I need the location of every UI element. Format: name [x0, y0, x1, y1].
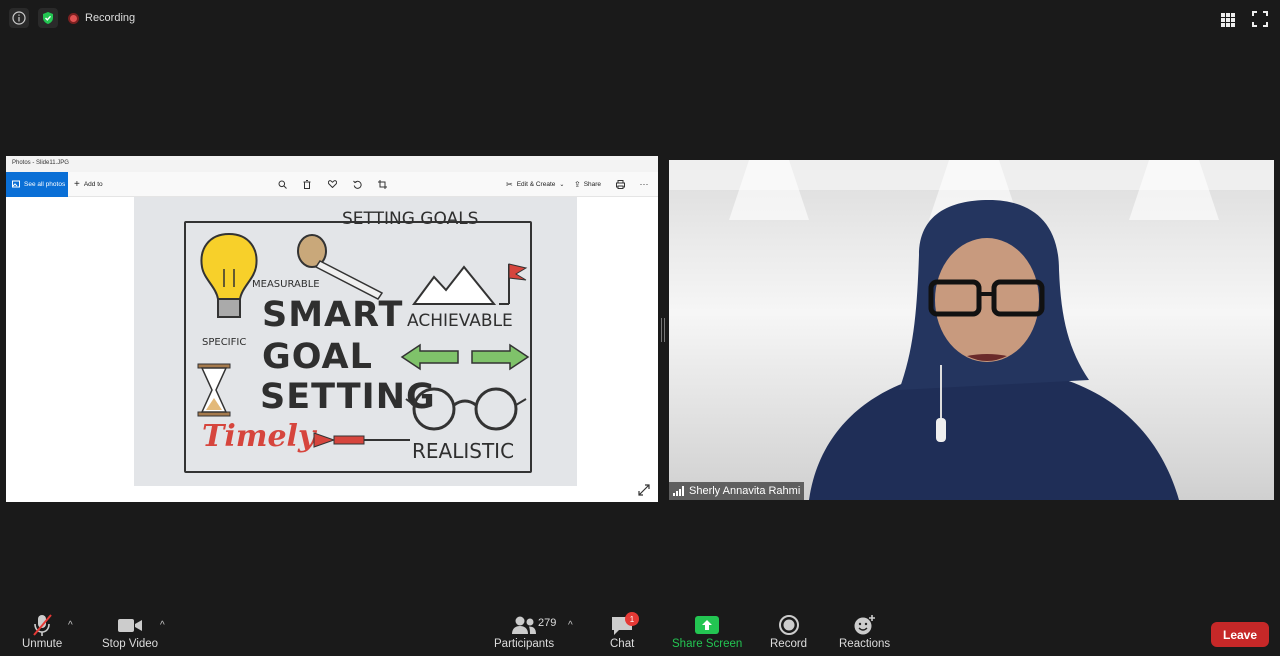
share-icon: ⇪ [574, 180, 581, 189]
recording-indicator[interactable]: Recording [68, 9, 135, 27]
see-all-photos-button[interactable]: See all photos [6, 172, 68, 197]
share-screen-icon [695, 612, 720, 638]
arrows-icon [400, 343, 530, 371]
edit-scissors-icon: ✂ [506, 180, 513, 189]
top-bar: Recording [0, 0, 1280, 38]
zoom-icon[interactable] [276, 178, 288, 190]
participant-name: Sherly Annavita Rahmi [689, 485, 801, 497]
encryption-shield-icon[interactable] [38, 8, 58, 28]
slide-text-realistic: REALISTIC [412, 439, 515, 463]
audio-options-caret-icon[interactable]: ^ [68, 620, 73, 631]
video-camera-icon [117, 612, 143, 638]
photos-icon [12, 180, 20, 190]
muted-microphone-icon [31, 612, 53, 638]
favorite-heart-icon[interactable] [326, 178, 338, 190]
add-to-label: Add to [83, 181, 103, 188]
plus-icon: + [74, 179, 80, 190]
chevron-down-icon: ⌄ [559, 182, 565, 188]
slide-text-measurable: MEASURABLE [252, 279, 320, 290]
mountain-flag-icon [412, 263, 528, 305]
participants-options-caret-icon[interactable]: ^ [568, 620, 573, 631]
glasses-icon [405, 387, 527, 431]
reactions-smiley-icon [853, 612, 877, 638]
crop-icon[interactable] [376, 178, 388, 190]
unmute-button[interactable]: Unmute [22, 612, 62, 650]
slide-text-specific: SPECIFIC [202, 337, 247, 348]
photos-window-title: Photos - Slide11.JPG [6, 156, 658, 172]
split-view-handle[interactable] [661, 318, 665, 342]
participant-video[interactable]: Sherly Annavita Rahmi [669, 160, 1274, 500]
share-screen-button[interactable]: Share Screen [672, 612, 742, 650]
reactions-button[interactable]: Reactions [839, 612, 890, 650]
signal-strength-icon [673, 486, 684, 496]
record-icon [778, 612, 800, 638]
slide-text-setting-goals: SETTING GOALS [342, 209, 479, 229]
meeting-toolbar: Unmute ^ Stop Video ^ Participants 279 ^… [0, 606, 1280, 656]
participants-label: Participants [494, 638, 555, 650]
share-label: Share [583, 181, 602, 188]
recording-label: Recording [85, 12, 136, 24]
video-options-caret-icon[interactable]: ^ [160, 620, 165, 631]
expand-icon[interactable] [638, 483, 652, 497]
record-label: Record [770, 638, 808, 650]
more-options-icon[interactable]: ··· [638, 178, 650, 190]
slide-text-goal: GOAL [262, 337, 373, 377]
edit-create-label: Edit & Create [516, 181, 556, 188]
slide-text-achievable: ACHIEVABLE [407, 311, 513, 331]
gallery-view-icon[interactable] [1220, 12, 1236, 28]
record-button[interactable]: Record [770, 612, 807, 650]
add-to-button[interactable]: + Add to [74, 172, 103, 197]
share-button[interactable]: ⇪ Share [574, 172, 601, 197]
chat-unread-badge: 1 [625, 612, 639, 626]
stop-video-label: Stop Video [102, 638, 159, 650]
slide-text-smart: SMART [262, 295, 404, 335]
slide-text-timely: Timely [202, 419, 316, 454]
participants-count: 279 [538, 617, 557, 629]
recording-dot-icon [68, 12, 79, 24]
leave-meeting-button[interactable]: Leave [1211, 622, 1269, 647]
participant-video-frame [669, 160, 1274, 500]
chat-label: Chat [610, 638, 635, 650]
reactions-label: Reactions [839, 638, 891, 650]
edit-create-button[interactable]: ✂ Edit & Create ⌄ [506, 172, 564, 197]
print-icon[interactable] [614, 178, 626, 190]
photos-toolbar: See all photos + Add to ✂ Edit & Create … [6, 172, 658, 197]
hourglass-icon [197, 363, 231, 417]
fullscreen-icon[interactable] [1252, 11, 1268, 27]
unmute-label: Unmute [22, 638, 63, 650]
slide-image: SETTING GOALS MEASURABLE SMART GOAL SETT… [134, 197, 577, 486]
info-icon[interactable] [9, 8, 29, 28]
delete-icon[interactable] [301, 178, 313, 190]
see-all-photos-label: See all photos [24, 181, 66, 188]
participants-icon [511, 612, 537, 638]
dart-icon [313, 432, 410, 448]
participant-name-tag: Sherly Annavita Rahmi [669, 482, 805, 500]
rotate-icon[interactable] [351, 178, 363, 190]
share-screen-label: Share Screen [672, 638, 743, 650]
tape-measure-icon [297, 234, 384, 300]
stop-video-button[interactable]: Stop Video [102, 612, 158, 650]
shared-screen[interactable]: Photos - Slide11.JPG See all photos + Ad… [6, 156, 658, 502]
